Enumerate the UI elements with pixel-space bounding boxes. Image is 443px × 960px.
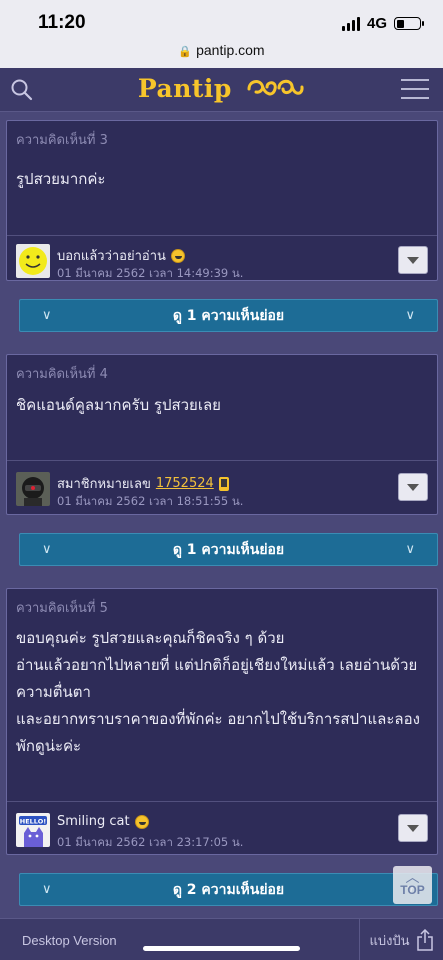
view-replies-button[interactable]: ∨ ดู 1 ความเห็นย่อย ∨ xyxy=(19,299,438,332)
network-type: 4G xyxy=(366,15,387,32)
comment-options-button[interactable] xyxy=(398,473,428,501)
laughing-emoji-icon xyxy=(134,814,149,829)
chevron-down-icon: ∨ xyxy=(42,542,52,557)
site-logo[interactable]: Pantip xyxy=(0,74,443,103)
laughing-emoji-icon xyxy=(170,248,185,263)
chevron-down-icon xyxy=(407,483,419,491)
comment-card: ความคิดเห็นที่ 5 ขอบคุณค่ะ รูปสวยและคุณก… xyxy=(6,588,438,855)
share-label: แบ่งปัน xyxy=(369,933,410,949)
address-bar[interactable]: 🔒 pantip.com xyxy=(0,42,443,58)
signal-icon xyxy=(341,16,360,31)
chevron-down-icon: ∨ xyxy=(405,308,415,323)
status-time: 11:20 xyxy=(38,12,86,33)
lock-icon: 🔒 xyxy=(178,46,193,58)
logo-text: Pantip xyxy=(137,74,232,103)
mobile-icon xyxy=(218,476,229,491)
comment-options-button[interactable] xyxy=(398,246,428,274)
divider xyxy=(7,235,437,236)
footer-bar: Desktop Version แบ่งปัน xyxy=(0,918,443,960)
comment-text: ขอบคุณค่ะ รูปสวยและคุณก็ชิคจริง ๆ ด้วย อ… xyxy=(16,629,420,755)
chevron-down-icon xyxy=(407,824,419,832)
desktop-version-link[interactable]: Desktop Version xyxy=(22,933,117,948)
user-avatar[interactable]: HELLO! xyxy=(16,813,50,847)
home-indicator[interactable] xyxy=(143,946,300,951)
view-replies-button[interactable]: ∨ ดู 1 ความเห็นย่อย ∨ xyxy=(19,533,438,566)
comment-list: ความคิดเห็นที่ 3 รูปสวยมากค่ะ บอกแล้วว่า… xyxy=(0,112,443,918)
comment-number: ความคิดเห็นที่ 5 xyxy=(16,601,108,616)
comment-number: ความคิดเห็นที่ 3 xyxy=(16,133,108,148)
divider xyxy=(7,460,437,461)
comment-number: ความคิดเห็นที่ 4 xyxy=(16,367,108,382)
username: บอกแล้วว่าอย่าอ่าน xyxy=(57,249,166,264)
chevron-down-icon: ∨ xyxy=(42,308,52,323)
battery-icon xyxy=(394,17,424,30)
comment-author[interactable]: Smiling cat xyxy=(57,814,149,829)
logo-mark-icon xyxy=(247,79,304,96)
status-indicators: 4G xyxy=(341,15,424,32)
comment-card: ความคิดเห็นที่ 4 ชิคแอนด์คูลมากครับ รูปส… xyxy=(6,354,438,515)
comment-author[interactable]: บอกแล้วว่าอย่าอ่าน xyxy=(57,245,185,266)
chevron-down-icon xyxy=(407,256,419,264)
username: Smiling cat xyxy=(57,814,130,829)
comment-text: ชิคแอนด์คูลมากครับ รูปสวยเลย xyxy=(16,396,221,414)
comment-date: 01 มีนาคม 2562 เวลา 14:49:39 น. xyxy=(57,266,244,280)
username: สมาชิกหมายเลข xyxy=(57,477,151,492)
chevron-down-icon: ∨ xyxy=(42,882,52,897)
url-text: pantip.com xyxy=(196,42,265,58)
comment-date: 01 มีนาคม 2562 เวลา 23:17:05 น. xyxy=(57,835,244,849)
comment-author[interactable]: สมาชิกหมายเลข 1752524 xyxy=(57,473,229,494)
user-avatar[interactable] xyxy=(16,244,50,278)
comment-card: ความคิดเห็นที่ 3 รูปสวยมากค่ะ บอกแล้วว่า… xyxy=(6,120,438,281)
avatar-caption: HELLO! xyxy=(20,818,46,826)
scroll-top-button[interactable]: ︿ TOP xyxy=(393,866,432,904)
share-button[interactable]: แบ่งปัน xyxy=(359,919,443,960)
view-replies-button[interactable]: ∨ ดู 2 ความเห็นย่อย ∨ xyxy=(19,873,438,906)
view-replies-label: ดู 1 ความเห็นย่อย xyxy=(172,541,285,558)
share-icon xyxy=(416,929,433,951)
chevron-up-icon: ︿ xyxy=(405,870,420,886)
user-avatar[interactable] xyxy=(16,472,50,506)
site-header: Pantip xyxy=(0,68,443,112)
hamburger-menu-icon[interactable] xyxy=(401,79,429,99)
comment-options-button[interactable] xyxy=(398,814,428,842)
chevron-down-icon: ∨ xyxy=(405,542,415,557)
scroll-top-label: TOP xyxy=(400,883,425,897)
comment-date: 01 มีนาคม 2562 เวลา 18:51:55 น. xyxy=(57,494,244,508)
divider xyxy=(7,801,437,802)
view-replies-label: ดู 2 ความเห็นย่อย xyxy=(172,881,285,898)
member-id-link[interactable]: 1752524 xyxy=(156,476,214,491)
comment-text: รูปสวยมากค่ะ xyxy=(16,170,106,188)
view-replies-label: ดู 1 ความเห็นย่อย xyxy=(172,307,285,324)
status-bar: 11:20 4G 🔒 pantip.com xyxy=(0,0,443,68)
